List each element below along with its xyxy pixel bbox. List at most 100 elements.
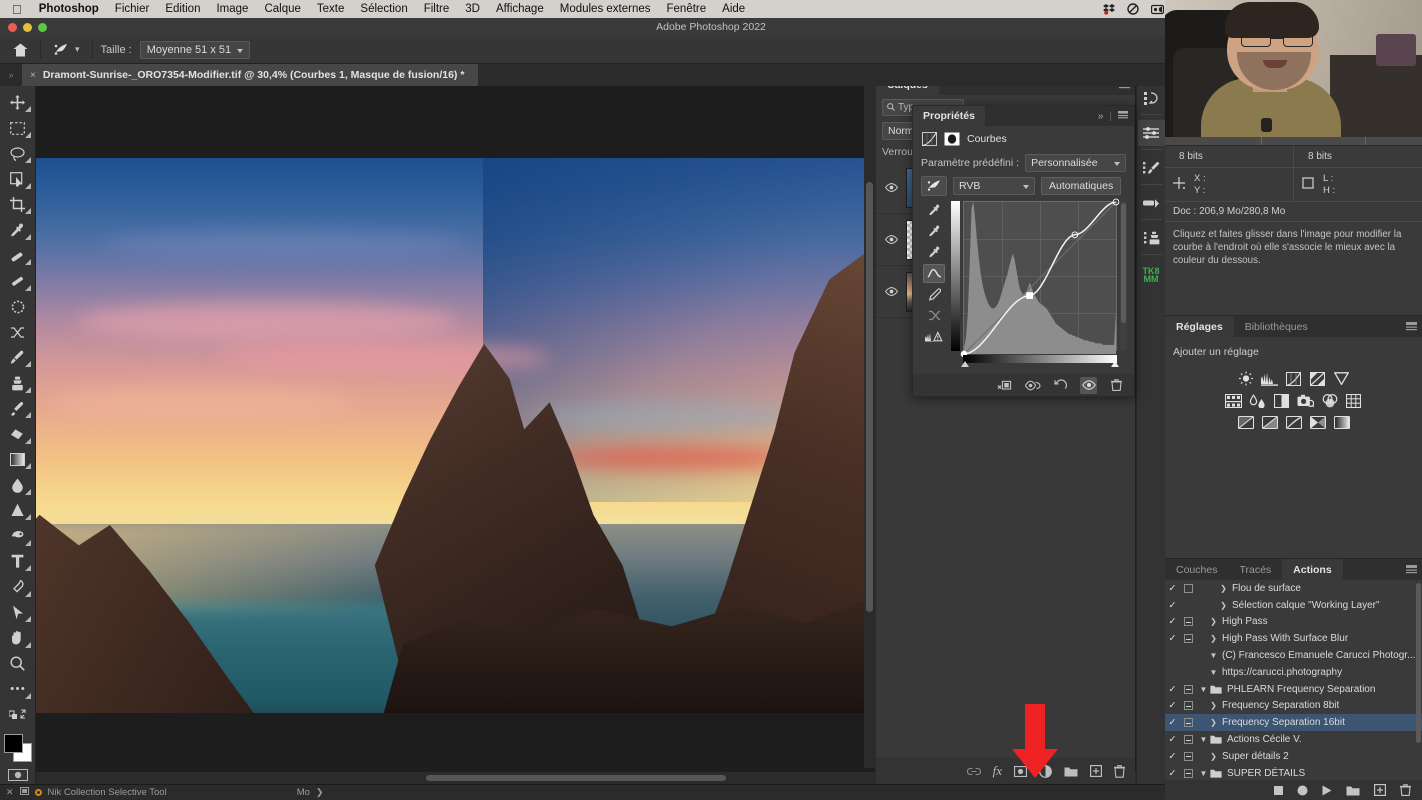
view-previous-state-icon[interactable] [1024, 377, 1041, 394]
new-action-icon[interactable] [1374, 784, 1386, 796]
menu-item-filtre[interactable]: Filtre [416, 0, 458, 18]
toggle-visibility-icon[interactable] [1080, 376, 1097, 394]
action-checkbox[interactable]: ✓ [1165, 633, 1180, 644]
photo-filter-icon[interactable] [1296, 392, 1315, 409]
chevron-down-icon[interactable]: ▼ [1197, 735, 1210, 744]
action-row[interactable]: ▼ (C) Francesco Emanuele Carucci Photogr.… [1165, 647, 1422, 664]
curves-points[interactable] [964, 202, 1116, 354]
chevron-right-icon[interactable]: ❯ [1217, 584, 1230, 593]
gradient-map-icon[interactable] [1332, 414, 1351, 431]
action-checkbox[interactable]: ✓ [1165, 734, 1180, 745]
patch-tool[interactable] [3, 268, 33, 293]
tab-reglages[interactable]: Réglages [1165, 316, 1234, 337]
action-row[interactable]: ✓ ❯ Frequency Separation 16bit [1165, 714, 1422, 732]
rectangular-marquee-tool[interactable] [3, 115, 33, 140]
zoom-tool[interactable] [3, 651, 33, 676]
posterize-icon[interactable] [1260, 414, 1279, 431]
delete-adjustment-icon[interactable] [1108, 377, 1125, 394]
tab-actions[interactable]: Actions [1282, 559, 1343, 580]
selective-tool[interactable] [3, 294, 33, 319]
new-set-icon[interactable] [1346, 785, 1360, 796]
actions-list[interactable]: ✓ ❯ Flou de surface ✓ ❯ Sélection calque "Wor… [1165, 580, 1422, 780]
menu-item-photoshop[interactable]: Photoshop [31, 0, 107, 18]
gray-point-eyedropper[interactable] [923, 222, 945, 241]
menu-item-3d[interactable]: 3D [457, 0, 488, 18]
tab-proprietes[interactable]: Propriétés [913, 106, 985, 126]
action-checkbox[interactable]: ✓ [1165, 717, 1180, 728]
clone-stamp-tool[interactable] [3, 370, 33, 395]
action-checkbox[interactable]: ✓ [1165, 600, 1180, 611]
chevron-right-icon[interactable]: ❯ [1207, 718, 1220, 727]
path-selection-tool[interactable] [3, 600, 33, 625]
size-select[interactable]: Moyenne 51 x 51 [139, 40, 251, 59]
eyedropper-tool[interactable] [3, 217, 33, 242]
pen-tool[interactable] [3, 574, 33, 599]
tab-traces[interactable]: Tracés [1228, 559, 1282, 580]
clone-source-icon[interactable] [1138, 225, 1165, 251]
action-dialog-toggle[interactable] [1180, 583, 1197, 593]
history-panel-icon[interactable] [1138, 85, 1165, 111]
levels-icon[interactable] [1260, 370, 1279, 387]
tab-bibliotheques[interactable]: Bibliothèques [1234, 316, 1319, 337]
channel-select[interactable]: RVB [953, 177, 1035, 195]
black-point-eyedropper[interactable] [923, 201, 945, 220]
foreground-color-swatch[interactable] [3, 734, 23, 754]
action-row[interactable]: ✓ ▼ Actions Cécile V. [1165, 731, 1422, 748]
quick-mask-icon[interactable] [5, 767, 31, 785]
white-point-eyedropper[interactable] [923, 243, 945, 262]
color-lookup-icon[interactable] [1344, 392, 1363, 409]
chevron-down-icon[interactable]: ▼ [1197, 685, 1210, 694]
home-icon[interactable] [8, 40, 32, 60]
apple-logo-icon[interactable]:  [6, 3, 31, 16]
photo-image[interactable] [36, 158, 864, 713]
color-balance-icon[interactable] [1248, 392, 1267, 409]
canvas-scroll-thumb-h[interactable] [426, 775, 726, 781]
menu-item-affichage[interactable]: Affichage [488, 0, 552, 18]
brightness-contrast-icon[interactable] [1236, 370, 1255, 387]
burn-tool[interactable] [3, 523, 33, 548]
shuffle-tool[interactable] [3, 319, 33, 344]
link-layers-icon[interactable] [966, 767, 981, 776]
document-canvas-area[interactable] [36, 86, 875, 768]
active-tool-preset[interactable]: ▾ [49, 41, 84, 59]
collapse-tabs-icon[interactable]: » [0, 64, 22, 86]
eye-icon[interactable] [882, 235, 900, 244]
record-icon[interactable] [1297, 785, 1308, 796]
eraser-tool[interactable] [3, 421, 33, 446]
gradient-panel-icon[interactable] [1138, 190, 1165, 216]
close-doc-icon[interactable]: ✕ [6, 787, 14, 798]
selective-color-icon[interactable] [1308, 414, 1327, 431]
more-tools-icon[interactable] [3, 676, 33, 701]
dodge-tool[interactable] [3, 498, 33, 523]
smooth-curve-tool[interactable] [923, 306, 945, 325]
gradient-tool[interactable] [3, 447, 33, 472]
pencil-draw-tool[interactable] [923, 285, 945, 304]
history-brush-tool[interactable] [3, 396, 33, 421]
action-dialog-toggle[interactable] [1180, 701, 1197, 711]
hand-tool[interactable] [3, 625, 33, 650]
chevron-down-icon[interactable]: ▼ [1197, 769, 1210, 778]
action-row[interactable]: ✓ ❯ Frequency Separation 8bit [1165, 698, 1422, 715]
chevron-right-icon[interactable]: ❯ [1207, 701, 1220, 710]
do-not-disturb-icon[interactable] [1121, 3, 1145, 15]
action-row[interactable]: ✓ ▼ PHLEARN Frequency Separation [1165, 681, 1422, 698]
play-icon[interactable] [1322, 785, 1332, 796]
brush-settings-icon[interactable] [1138, 155, 1165, 181]
action-dialog-toggle[interactable] [1180, 634, 1197, 644]
action-checkbox[interactable]: ✓ [1165, 768, 1180, 779]
healing-brush-tool[interactable] [3, 243, 33, 268]
action-dialog-toggle[interactable] [1180, 718, 1197, 728]
action-dialog-toggle[interactable] [1180, 751, 1197, 761]
brush-tool[interactable] [3, 345, 33, 370]
expand-panel-icon[interactable]: » [1098, 111, 1104, 122]
menu-item-image[interactable]: Image [208, 0, 256, 18]
menu-item-fenetre[interactable]: Fenêtre [659, 0, 715, 18]
black-input-marker[interactable] [961, 361, 969, 367]
tab-couches[interactable]: Couches [1165, 559, 1228, 580]
actions-scrollbar-thumb[interactable] [1416, 583, 1421, 743]
action-dialog-toggle[interactable] [1180, 617, 1197, 627]
menu-item-aide[interactable]: Aide [714, 0, 753, 18]
chevron-right-icon[interactable]: ❯ [1207, 634, 1220, 643]
move-tool[interactable] [3, 90, 33, 115]
curves-scrollbar[interactable] [1120, 201, 1127, 351]
